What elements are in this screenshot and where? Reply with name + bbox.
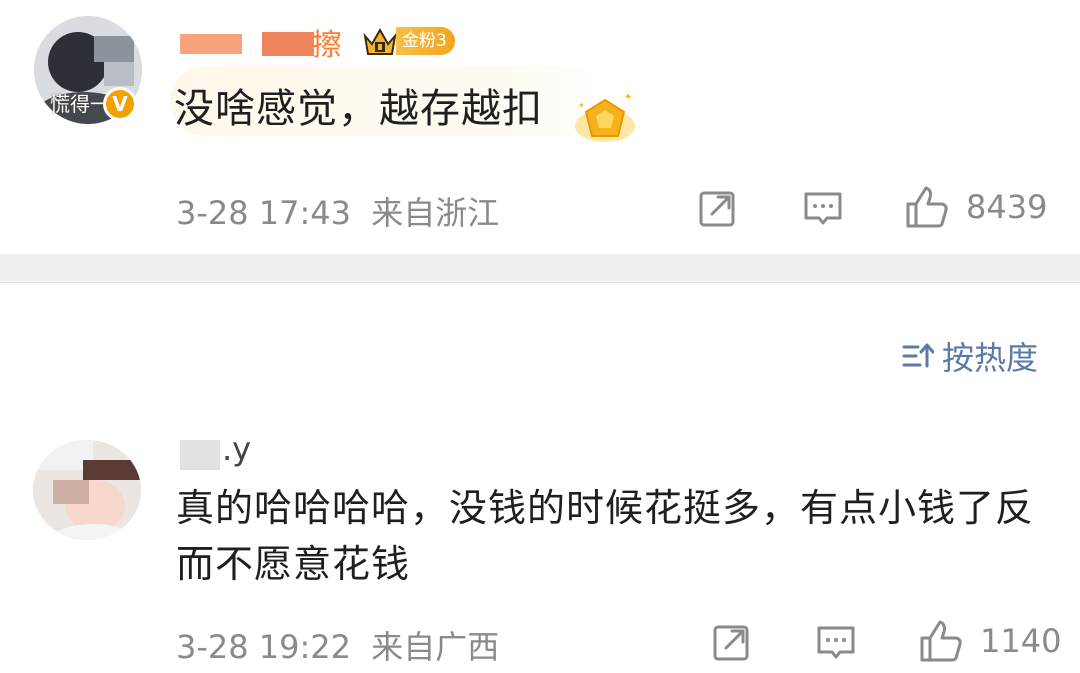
comment-meta: 3-28 17:43 来自浙江 bbox=[176, 188, 499, 234]
comment-icon[interactable] bbox=[816, 622, 856, 662]
username[interactable]: .y bbox=[222, 430, 251, 468]
location: 来自广西 bbox=[371, 628, 500, 666]
avatar-overlay-text: 慌得一 bbox=[50, 92, 110, 116]
star-badge-icon: ✦ ✦ bbox=[575, 92, 635, 142]
location: 来自浙江 bbox=[371, 194, 500, 232]
avatar-image bbox=[33, 440, 141, 540]
username-redaction bbox=[262, 32, 314, 56]
verified-icon: V bbox=[103, 87, 137, 121]
like-icon bbox=[920, 620, 962, 662]
sort-label: 按热度 bbox=[942, 339, 1039, 377]
sort-icon bbox=[902, 343, 934, 368]
like-count: 1140 bbox=[980, 622, 1062, 660]
like-button[interactable]: 8439 bbox=[904, 184, 1047, 230]
timestamp: 3-28 17:43 bbox=[176, 194, 352, 232]
username-redaction bbox=[180, 440, 220, 470]
share-icon[interactable] bbox=[698, 188, 738, 228]
comment-text[interactable]: 没啥感觉，越存越扣 bbox=[174, 76, 543, 134]
comment-meta: 3-28 19:22 来自广西 bbox=[176, 622, 499, 668]
username[interactable]: 擦 bbox=[312, 20, 342, 64]
sort-by-hot-button[interactable]: 按热度 bbox=[902, 336, 1039, 377]
comment-icon[interactable] bbox=[803, 188, 843, 228]
crown-icon bbox=[363, 27, 397, 55]
like-button[interactable]: 1140 bbox=[918, 618, 1061, 664]
svg-text:✦: ✦ bbox=[624, 92, 632, 103]
comment-text[interactable]: 真的哈哈哈哈，没钱的时候花挺多，有点小钱了反而不愿意花钱 bbox=[176, 480, 1056, 592]
username-redaction bbox=[180, 34, 242, 54]
svg-text:✦: ✦ bbox=[578, 101, 585, 110]
like-icon bbox=[906, 186, 948, 228]
section-divider bbox=[0, 254, 1080, 283]
like-count: 8439 bbox=[966, 188, 1048, 226]
fan-level-badge: 金粉3 bbox=[396, 27, 455, 55]
commenter-avatar[interactable] bbox=[33, 440, 141, 540]
timestamp: 3-28 19:22 bbox=[176, 628, 352, 666]
share-icon[interactable] bbox=[712, 622, 752, 662]
